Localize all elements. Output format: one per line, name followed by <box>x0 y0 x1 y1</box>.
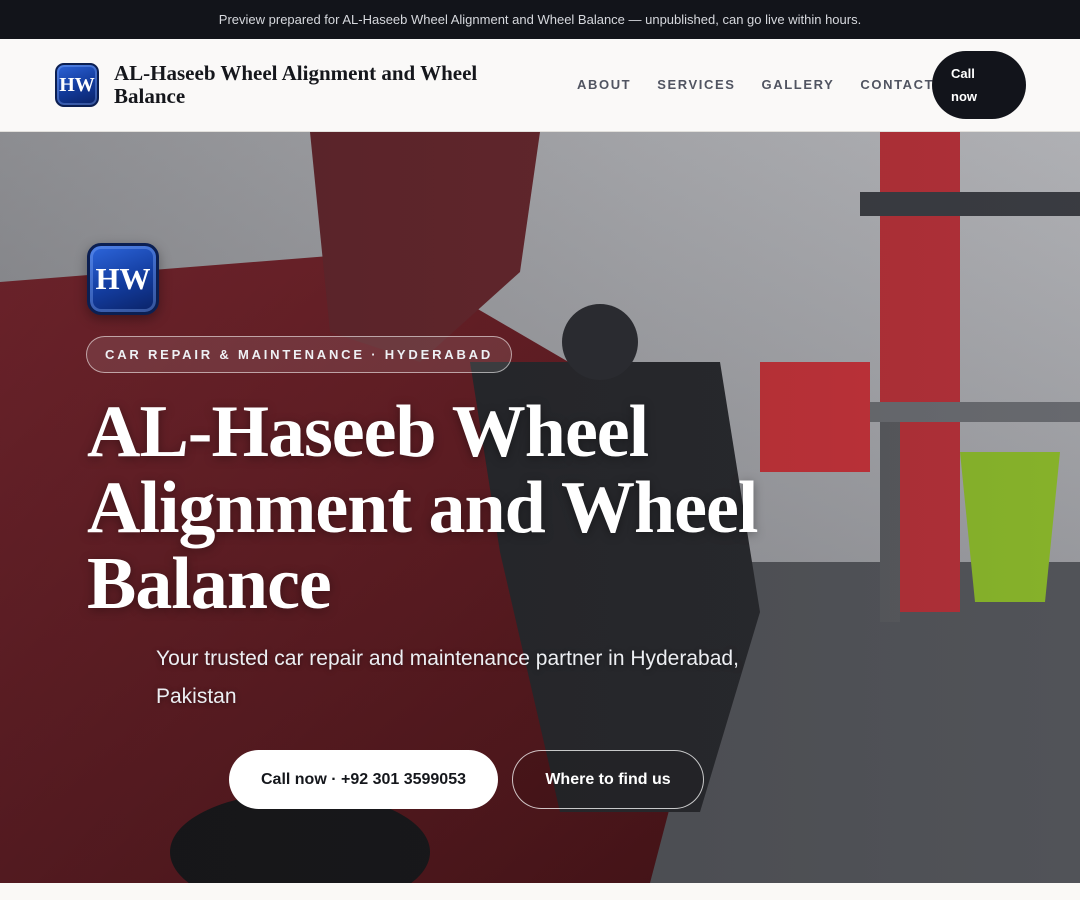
header-call-button[interactable]: Call now <box>932 51 1026 119</box>
nav-link-gallery[interactable]: GALLERY <box>762 77 835 92</box>
hero-call-button[interactable]: Call now · +92 301 3599053 <box>229 750 498 809</box>
header-call-label: Call now <box>951 66 977 104</box>
nav-link-about[interactable]: ABOUT <box>577 77 631 92</box>
nav-link-contact[interactable]: CONTACT <box>860 77 934 92</box>
hero-call-label: Call now · +92 301 3599053 <box>260 770 466 788</box>
brand-logo-text: HW <box>59 73 95 96</box>
hero-title: AL-Haseeb Wheel Alignment and Wheel Bala… <box>87 391 758 625</box>
preview-banner-text: Preview prepared for AL-Haseeb Wheel Ali… <box>218 12 862 27</box>
page-bottom-strip <box>0 883 1080 900</box>
nav-link-services[interactable]: SERVICES <box>657 77 735 92</box>
where-to-find-us-button[interactable]: Where to find us <box>512 750 704 809</box>
hero-section: HW CAR REPAIR & MAINTENANCE · HYDERABAD … <box>0 132 1080 883</box>
hero-logo: HW <box>87 243 159 315</box>
brand-name[interactable]: AL-Haseeb Wheel Alignment and Wheel Bala… <box>114 62 534 108</box>
hero-category-text: CAR REPAIR & MAINTENANCE · HYDERABAD <box>105 347 494 362</box>
site-header: HW AL-Haseeb Wheel Alignment and Wheel B… <box>0 39 1080 132</box>
preview-banner: Preview prepared for AL-Haseeb Wheel Ali… <box>0 0 1080 39</box>
main-nav: ABOUT SERVICES GALLERY CONTACT <box>577 77 960 92</box>
hero-subtitle: Your trusted car repair and maintenance … <box>156 647 739 708</box>
hero-logo-text: HW <box>95 261 151 296</box>
hero-category-badge: CAR REPAIR & MAINTENANCE · HYDERABAD <box>86 336 513 373</box>
where-to-find-us-label: Where to find us <box>545 770 671 788</box>
brand-logo[interactable]: HW <box>55 63 99 107</box>
